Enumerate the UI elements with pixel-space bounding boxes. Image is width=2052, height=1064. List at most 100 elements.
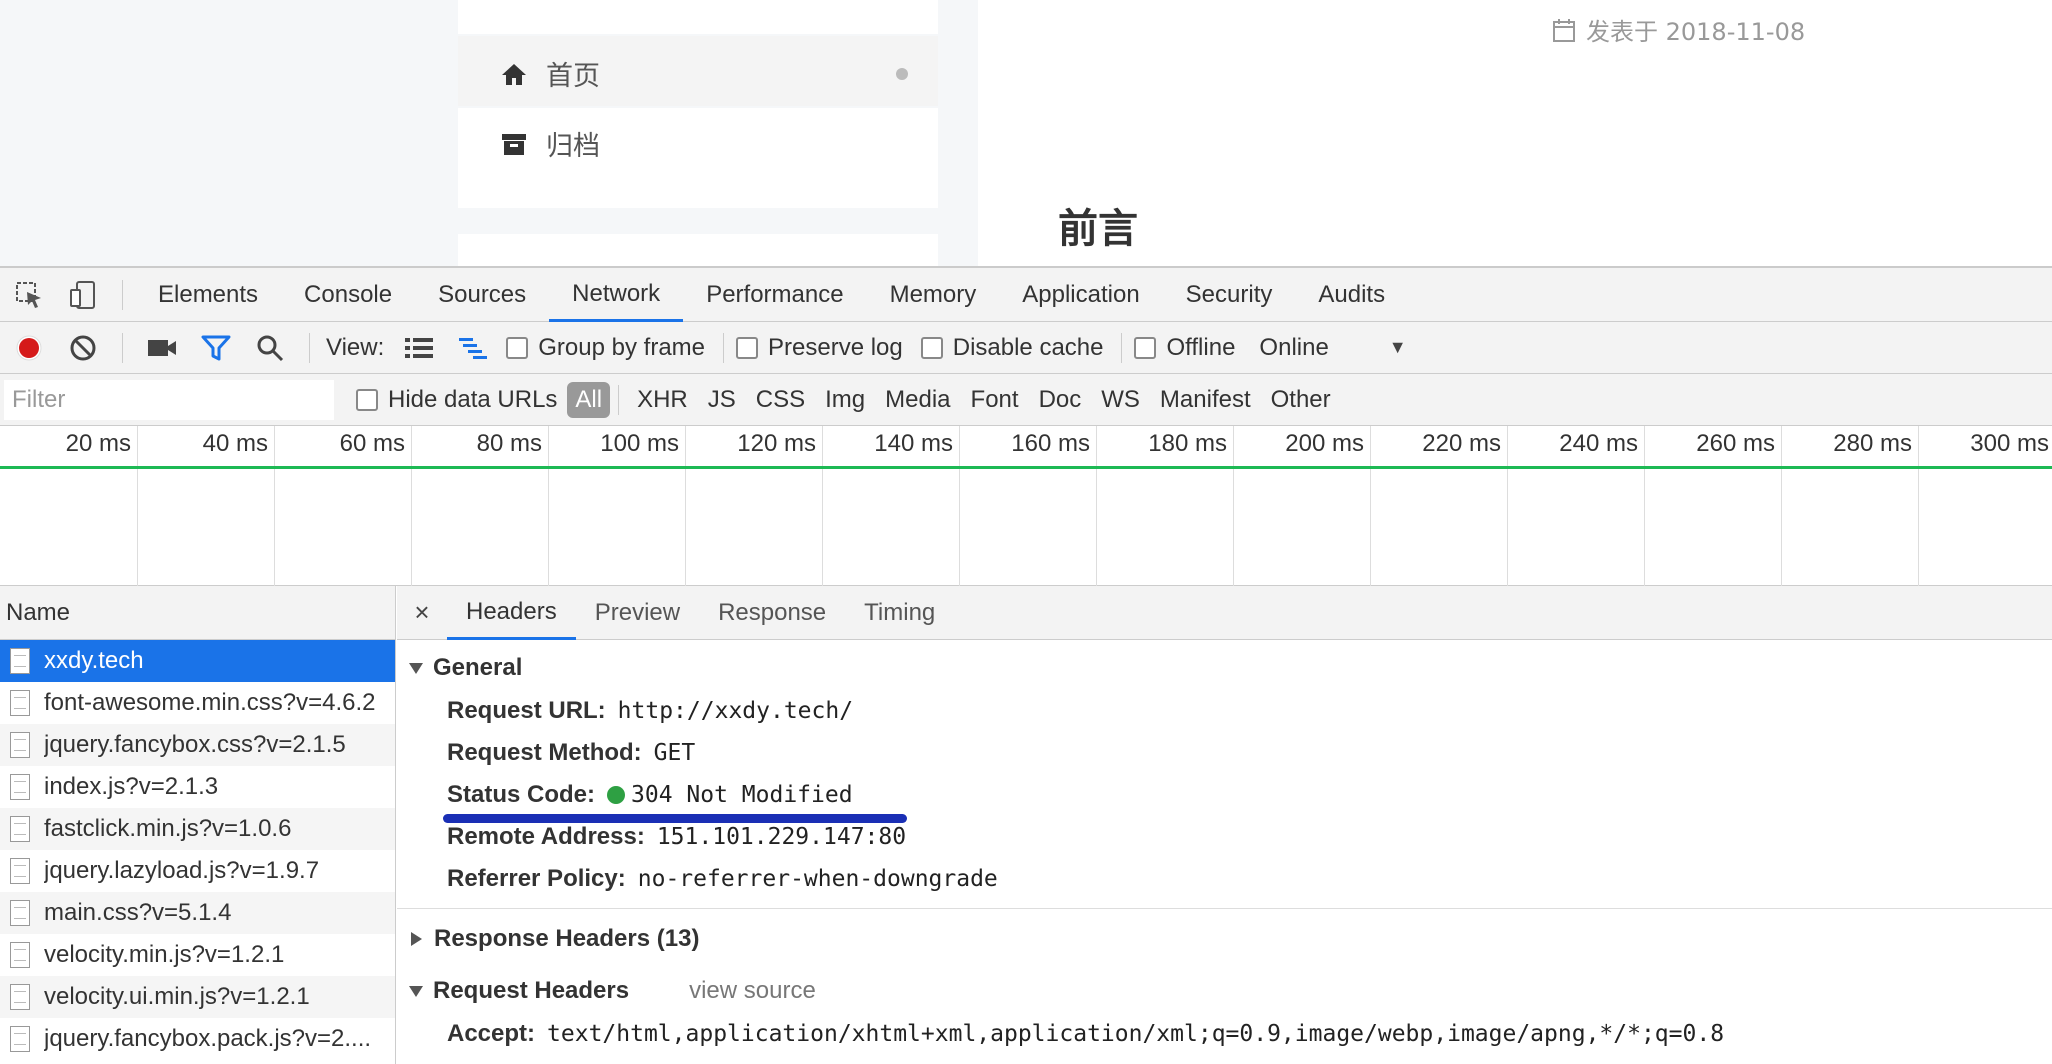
request-row[interactable]: main.css?v=5.1.4	[0, 892, 395, 934]
document-icon	[10, 732, 30, 758]
request-method-value: GET	[653, 740, 696, 766]
detail-tab-headers[interactable]: Headers	[447, 586, 576, 640]
filter-icon[interactable]	[199, 331, 233, 365]
offline-checkbox[interactable]: Offline	[1134, 334, 1235, 362]
large-rows-icon[interactable]	[402, 331, 436, 365]
general-section-header[interactable]: General	[397, 646, 2052, 690]
record-icon[interactable]	[12, 331, 46, 365]
request-row[interactable]: font-awesome.min.css?v=4.6.2	[0, 682, 395, 724]
request-row[interactable]: jquery.fancybox.pack.js?v=2....	[0, 1018, 395, 1060]
request-headers-title: Request Headers	[433, 977, 630, 1004]
request-method-key: Request Method:	[447, 739, 642, 766]
group-by-frame-checkbox[interactable]: Group by frame	[506, 334, 705, 362]
filter-type-other[interactable]: Other	[1263, 382, 1339, 418]
name-column-header[interactable]: Name	[0, 586, 395, 640]
inspect-element-icon[interactable]	[12, 278, 46, 312]
network-overview: 20 ms 40 ms 60 ms 80 ms 100 ms 120 ms 140 ms 16…	[0, 426, 2052, 586]
detail-tab-response[interactable]: Response	[699, 586, 845, 640]
accept-header-row: Accept: text/html,application/xhtml+xml,…	[397, 1013, 2052, 1055]
menu-item-home[interactable]: 首页	[458, 36, 938, 106]
checkbox-box	[1134, 336, 1157, 359]
filter-type-all[interactable]: All	[567, 381, 611, 418]
menu-item-archive[interactable]: 归档	[458, 108, 938, 208]
status-code-value: 304 Not Modified	[631, 782, 853, 808]
timeline-tick-label: 240 ms	[1559, 430, 1638, 457]
collapse-triangle-icon	[409, 662, 423, 674]
timeline-tick-label: 20 ms	[65, 430, 131, 457]
tab-sources[interactable]: Sources	[415, 268, 549, 322]
detail-tab-preview[interactable]: Preview	[576, 586, 699, 640]
device-toolbar-icon[interactable]	[66, 278, 100, 312]
tab-security[interactable]: Security	[1163, 268, 1296, 322]
menu-archive-label: 归档	[546, 131, 600, 162]
view-label: View:	[326, 333, 385, 361]
hide-data-urls-checkbox[interactable]: Hide data URLs	[356, 386, 557, 414]
calendar-icon	[1553, 18, 1575, 42]
separator	[122, 332, 123, 363]
dropdown-caret-icon: ▼	[1388, 337, 1407, 357]
highlight-underline	[443, 814, 907, 823]
menu-item-archive-row: 归档	[500, 124, 600, 163]
timeline-tick-label: 140 ms	[874, 430, 953, 457]
request-name: velocity.min.js?v=1.2.1	[44, 941, 285, 968]
filter-type-ws[interactable]: WS	[1093, 382, 1148, 418]
post-heading: 前言	[1058, 206, 1138, 252]
request-row[interactable]: index.js?v=2.1.3	[0, 766, 395, 808]
filter-type-js[interactable]: JS	[700, 382, 744, 418]
timeline-tick-label: 60 ms	[339, 430, 405, 457]
request-row[interactable]: velocity.ui.min.js?v=1.2.1	[0, 976, 395, 1018]
filter-type-media[interactable]: Media	[877, 382, 958, 418]
close-icon[interactable]: ×	[397, 597, 447, 628]
throttling-select[interactable]: Online ▼	[1259, 334, 1406, 362]
status-code-key: Status Code:	[447, 781, 596, 808]
timeline-load-bar	[0, 466, 2052, 469]
offline-label: Offline	[1166, 333, 1236, 361]
separator	[122, 279, 123, 310]
response-headers-header[interactable]: Response Headers (13)	[397, 917, 2052, 961]
disable-cache-checkbox[interactable]: Disable cache	[920, 333, 1104, 362]
tab-console[interactable]: Console	[281, 268, 415, 322]
filter-input[interactable]	[4, 379, 334, 420]
tab-audits[interactable]: Audits	[1295, 268, 1408, 322]
filter-type-css[interactable]: CSS	[748, 382, 813, 418]
tab-performance[interactable]: Performance	[683, 268, 866, 322]
search-icon[interactable]	[253, 331, 287, 365]
network-toolbar: View: Group by frame Preserve log Disabl…	[0, 322, 2052, 374]
accept-key: Accept:	[447, 1020, 536, 1047]
request-row[interactable]: fastclick.min.js?v=1.0.6	[0, 808, 395, 850]
tab-memory[interactable]: Memory	[867, 268, 1000, 322]
detail-tab-timing[interactable]: Timing	[845, 586, 954, 640]
referrer-policy-value: no-referrer-when-downgrade	[637, 866, 998, 892]
request-name: xxdy.tech	[44, 647, 144, 674]
request-row[interactable]: jquery.fancybox.css?v=2.1.5	[0, 724, 395, 766]
request-row[interactable]: xxdy.tech	[0, 640, 395, 682]
filter-type-img[interactable]: Img	[817, 382, 873, 418]
request-row[interactable]: velocity.min.js?v=1.2.1	[0, 934, 395, 976]
timeline-tick-label: 180 ms	[1148, 430, 1227, 457]
filter-type-doc[interactable]: Doc	[1031, 382, 1090, 418]
view-source-link[interactable]: view source	[689, 977, 816, 1005]
timeline-tick-label: 260 ms	[1696, 430, 1775, 457]
status-code-row: Status Code: 304 Not Modified	[397, 774, 2052, 816]
tab-elements[interactable]: Elements	[135, 268, 281, 322]
request-name: velocity.ui.min.js?v=1.2.1	[44, 983, 310, 1010]
devtools-tabbar: Elements Console Sources Network Performance…	[0, 268, 2052, 322]
request-row[interactable]: jquery.lazyload.js?v=1.9.7	[0, 850, 395, 892]
checkbox-box	[920, 336, 943, 359]
filter-type-font[interactable]: Font	[963, 382, 1027, 418]
separator	[618, 384, 620, 415]
waterfall-icon[interactable]	[456, 331, 490, 365]
preserve-log-checkbox[interactable]: Preserve log	[736, 334, 903, 362]
document-icon	[10, 1026, 30, 1052]
clear-icon[interactable]	[66, 331, 100, 365]
filter-type-xhr[interactable]: XHR	[629, 382, 696, 418]
camera-icon[interactable]	[145, 331, 179, 365]
filter-type-manifest[interactable]: Manifest	[1152, 382, 1259, 418]
document-icon	[10, 690, 30, 716]
tab-network[interactable]: Network	[549, 268, 684, 322]
expand-triangle-icon	[411, 932, 422, 946]
tab-application[interactable]: Application	[999, 268, 1162, 322]
throttling-value: Online	[1259, 333, 1329, 361]
disable-cache-label: Disable cache	[952, 333, 1104, 361]
request-headers-header[interactable]: Request Headers view source	[397, 969, 2052, 1013]
